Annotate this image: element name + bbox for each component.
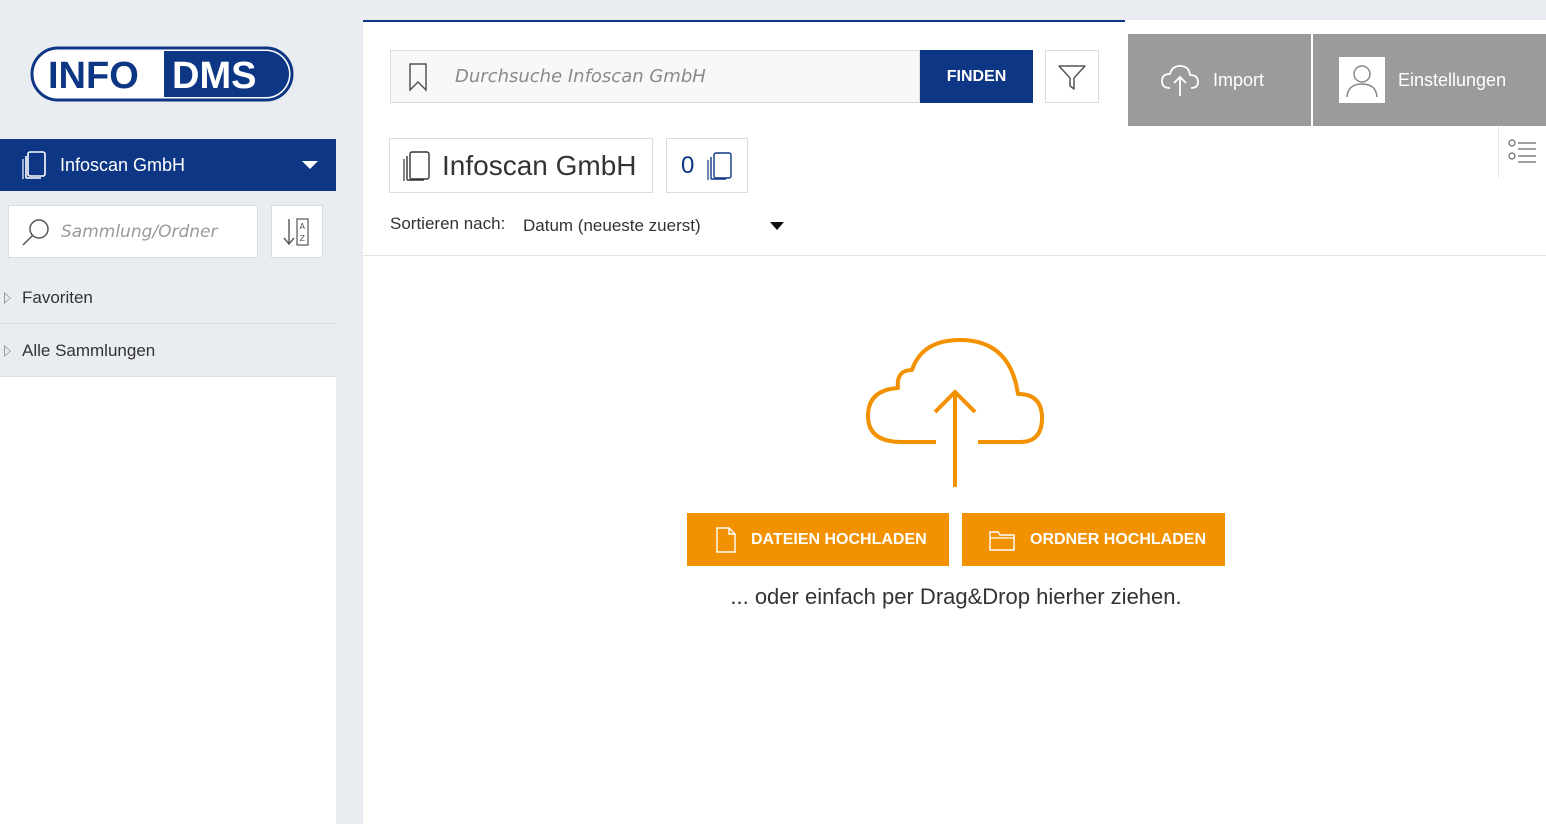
upload-files-button[interactable]: DATEIEN HOCHLADEN	[687, 513, 949, 566]
filter-icon	[1058, 64, 1086, 90]
avatar	[1339, 57, 1385, 103]
tab-import[interactable]: Import	[1128, 34, 1311, 126]
document-search[interactable]	[390, 50, 920, 103]
tab-einstellungen[interactable]: Einstellungen	[1313, 34, 1546, 126]
tree-item-favoriten[interactable]: Favoriten	[0, 272, 336, 324]
document-count-box: 0	[666, 138, 748, 193]
sort-az-icon: A Z	[283, 217, 309, 246]
document-search-input[interactable]	[455, 66, 895, 87]
search-icon	[22, 218, 49, 246]
tab-import-label: Import	[1213, 69, 1265, 90]
infodms-logo[interactable]: INFO DMS	[30, 46, 294, 102]
upload-folder-button[interactable]: ORDNER HOCHLADEN	[962, 513, 1225, 566]
tree-item-label: Favoriten	[22, 287, 93, 307]
sort-select-value: Datum (neueste zuerst)	[523, 216, 701, 235]
documents-icon	[403, 150, 430, 181]
divider	[363, 255, 1546, 256]
list-view-icon	[1507, 139, 1536, 163]
folder-icon	[989, 530, 1015, 551]
chevron-down-icon	[302, 161, 318, 169]
find-button[interactable]: FINDEN	[920, 50, 1033, 103]
expand-arrow-icon[interactable]	[4, 291, 12, 304]
upload-folder-label: ORDNER HOCHLADEN	[1030, 530, 1206, 548]
sort-az-button[interactable]: A Z	[271, 205, 323, 258]
tree-item-label: Alle Sammlungen	[22, 340, 156, 360]
cloud-upload-icon	[1161, 65, 1199, 96]
sort-label: Sortieren nach:	[390, 214, 506, 233]
file-icon	[716, 526, 736, 553]
expand-arrow-icon[interactable]	[4, 344, 12, 357]
logo-text-dms: DMS	[172, 55, 256, 97]
documents-icon	[707, 151, 733, 180]
document-count: 0	[681, 151, 695, 179]
user-icon	[1346, 65, 1378, 98]
collection-search-input[interactable]	[61, 221, 241, 242]
collection-title-box: Infoscan GmbH	[389, 138, 653, 193]
collection-dropdown[interactable]: Infoscan GmbH	[0, 139, 336, 191]
bookmark-icon[interactable]	[407, 62, 429, 92]
main-top-border	[363, 20, 1125, 22]
documents-icon	[22, 151, 46, 179]
sort-select[interactable]: Datum (neueste zuerst)	[512, 202, 770, 250]
page-title: Infoscan GmbH	[442, 149, 637, 181]
list-view-toggle[interactable]	[1498, 126, 1546, 178]
cloud-upload-icon	[866, 338, 1044, 487]
svg-text:Z: Z	[300, 234, 306, 243]
collection-search[interactable]	[8, 205, 258, 258]
logo-text-info: INFO	[48, 55, 139, 97]
collection-label: Infoscan GmbH	[60, 154, 186, 175]
drag-drop-hint: ... oder einfach per Drag&Drop hierher z…	[730, 584, 1182, 609]
svg-text:A: A	[300, 222, 306, 231]
sidebar: INFO DMS Infoscan GmbH A Z Favoriten	[0, 0, 336, 824]
tab-einstellungen-label: Einstellungen	[1398, 69, 1507, 90]
filter-button[interactable]	[1045, 50, 1099, 103]
sidebar-empty-area	[0, 377, 336, 824]
tree-item-alle-sammlungen[interactable]: Alle Sammlungen	[0, 325, 336, 377]
upload-files-label: DATEIEN HOCHLADEN	[751, 530, 927, 548]
chevron-down-icon[interactable]	[770, 222, 784, 230]
